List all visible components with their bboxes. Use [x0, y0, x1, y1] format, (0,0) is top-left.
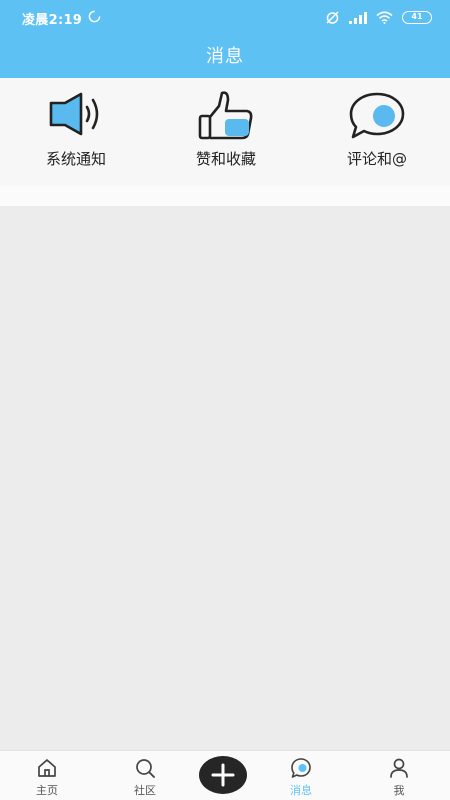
system-notification-entry[interactable]: 系统通知: [11, 90, 141, 180]
section-divider: [0, 186, 450, 206]
add-post-button[interactable]: [199, 756, 247, 794]
plus-icon: [211, 763, 235, 787]
tab-community[interactable]: 社区: [100, 751, 190, 800]
alarm-off-icon: [326, 10, 339, 24]
comments-and-mentions-label: 评论和@: [346, 150, 407, 168]
tab-community-label: 社区: [134, 784, 156, 797]
speaker-icon: [49, 92, 99, 136]
person-icon: [390, 758, 408, 778]
top-bar: 凌晨2:19 41 消息: [0, 0, 450, 78]
search-icon: [136, 759, 155, 778]
tab-me-label: 我: [393, 784, 405, 797]
tab-messages[interactable]: 消息: [256, 751, 346, 800]
message-icon: [291, 758, 311, 778]
message-category-panel: 系统通知 赞和收藏 评论和@: [0, 78, 450, 186]
thumbs-up-icon: [198, 91, 253, 140]
tab-home-label: 主页: [36, 784, 58, 797]
home-icon: [38, 759, 56, 777]
battery-indicator: 41: [402, 10, 432, 24]
wifi-icon: [376, 10, 393, 24]
system-notification-label: 系统通知: [45, 150, 106, 168]
tab-messages-label: 消息: [290, 784, 312, 797]
status-time: 凌晨2:19: [22, 13, 83, 28]
chat-bubble-icon: [349, 92, 405, 139]
page-title: 消息: [206, 46, 244, 67]
comments-and-mentions-entry[interactable]: 评论和@: [312, 90, 442, 180]
tab-home[interactable]: 主页: [2, 751, 92, 800]
status-icons: 41: [325, 9, 432, 25]
message-list-area: [0, 206, 450, 750]
loading-icon: [88, 10, 101, 23]
battery-level: 41: [411, 12, 423, 21]
likes-and-favorites-entry[interactable]: 赞和收藏: [161, 90, 291, 180]
likes-and-favorites-label: 赞和收藏: [195, 150, 256, 168]
status-bar: 凌晨2:19 41: [0, 0, 450, 34]
tab-me[interactable]: 我: [354, 751, 444, 800]
signal-icon: [349, 11, 367, 24]
